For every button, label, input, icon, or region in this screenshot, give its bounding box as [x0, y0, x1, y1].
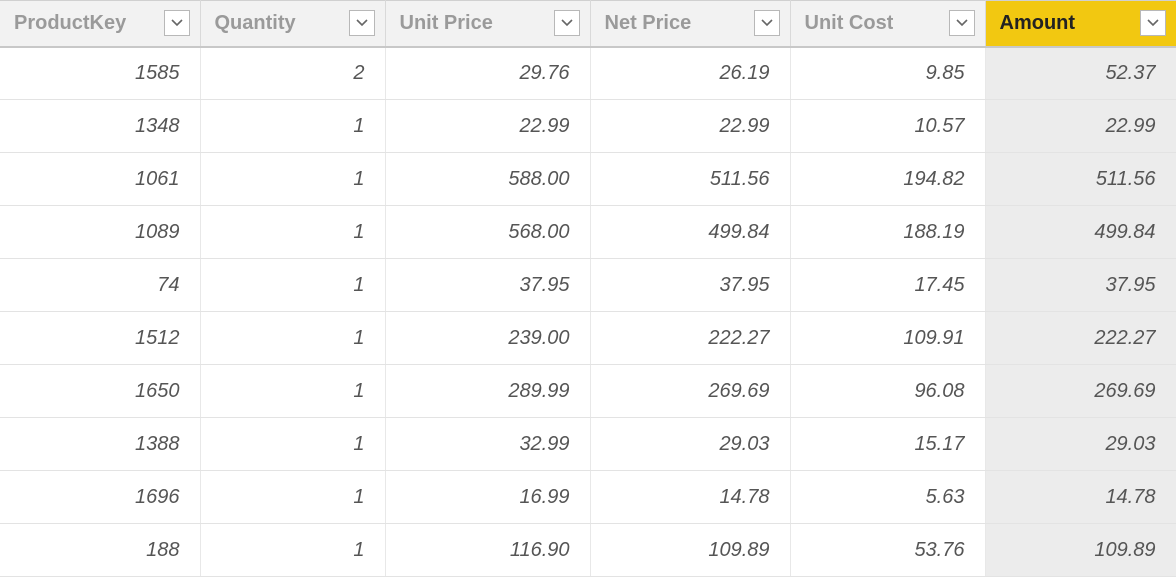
column-header-label: Unit Cost: [805, 12, 894, 35]
table-cell[interactable]: 14.78: [985, 471, 1176, 524]
table-row[interactable]: 1696116.9914.785.6314.78: [0, 471, 1176, 524]
column-filter-button[interactable]: [949, 10, 975, 36]
column-header-label: Quantity: [215, 12, 296, 35]
table-cell[interactable]: 188: [0, 524, 200, 577]
column-filter-button[interactable]: [349, 10, 375, 36]
table-cell[interactable]: 1348: [0, 100, 200, 153]
table-cell[interactable]: 1512: [0, 312, 200, 365]
chevron-down-icon: [356, 19, 368, 27]
column-filter-button[interactable]: [554, 10, 580, 36]
table-cell[interactable]: 1: [200, 312, 385, 365]
table-cell[interactable]: 194.82: [790, 153, 985, 206]
table-cell[interactable]: 53.76: [790, 524, 985, 577]
table-cell[interactable]: 74: [0, 259, 200, 312]
chevron-down-icon: [171, 19, 183, 27]
column-header-label: Unit Price: [400, 12, 493, 35]
table-cell[interactable]: 22.99: [985, 100, 1176, 153]
table-cell[interactable]: 22.99: [385, 100, 590, 153]
table-cell[interactable]: 5.63: [790, 471, 985, 524]
column-header-label: Amount: [1000, 12, 1076, 35]
table-cell[interactable]: 29.03: [985, 418, 1176, 471]
table-cell[interactable]: 37.95: [985, 259, 1176, 312]
table-cell[interactable]: 499.84: [590, 206, 790, 259]
table-cell[interactable]: 16.99: [385, 471, 590, 524]
table-row[interactable]: 74137.9537.9517.4537.95: [0, 259, 1176, 312]
table-cell[interactable]: 37.95: [385, 259, 590, 312]
table-cell[interactable]: 37.95: [590, 259, 790, 312]
data-table: ProductKey Quantity Unit Price Net Price Uni…: [0, 0, 1176, 577]
table-row[interactable]: 1585229.7626.199.8552.37: [0, 47, 1176, 100]
column-filter-button[interactable]: [1140, 10, 1166, 36]
table-cell[interactable]: 29.76: [385, 47, 590, 100]
column-header-label: ProductKey: [14, 12, 126, 35]
table-cell[interactable]: 10.57: [790, 100, 985, 153]
table-cell[interactable]: 269.69: [590, 365, 790, 418]
table-cell[interactable]: 1585: [0, 47, 200, 100]
chevron-down-icon: [1147, 19, 1159, 27]
column-filter-button[interactable]: [754, 10, 780, 36]
chevron-down-icon: [761, 19, 773, 27]
table-cell[interactable]: 511.56: [985, 153, 1176, 206]
table-cell[interactable]: 1: [200, 206, 385, 259]
table-cell[interactable]: 1089: [0, 206, 200, 259]
column-header-label: Net Price: [605, 12, 692, 35]
table-cell[interactable]: 511.56: [590, 153, 790, 206]
table-cell[interactable]: 32.99: [385, 418, 590, 471]
table-cell[interactable]: 588.00: [385, 153, 590, 206]
table-cell[interactable]: 1388: [0, 418, 200, 471]
table-cell[interactable]: 1061: [0, 153, 200, 206]
table-cell[interactable]: 289.99: [385, 365, 590, 418]
table-row[interactable]: 1388132.9929.0315.1729.03: [0, 418, 1176, 471]
table-cell[interactable]: 116.90: [385, 524, 590, 577]
table-row[interactable]: 10611588.00511.56194.82511.56: [0, 153, 1176, 206]
column-filter-button[interactable]: [164, 10, 190, 36]
column-header[interactable]: ProductKey: [0, 1, 200, 47]
table-cell[interactable]: 9.85: [790, 47, 985, 100]
table-cell[interactable]: 17.45: [790, 259, 985, 312]
table-cell[interactable]: 499.84: [985, 206, 1176, 259]
table-row[interactable]: 1881116.90109.8953.76109.89: [0, 524, 1176, 577]
chevron-down-icon: [561, 19, 573, 27]
table-cell[interactable]: 239.00: [385, 312, 590, 365]
table-cell[interactable]: 2: [200, 47, 385, 100]
table-cell[interactable]: 109.89: [985, 524, 1176, 577]
table-cell[interactable]: 14.78: [590, 471, 790, 524]
column-header[interactable]: Unit Price: [385, 1, 590, 47]
table-row[interactable]: 1348122.9922.9910.5722.99: [0, 100, 1176, 153]
table-cell[interactable]: 568.00: [385, 206, 590, 259]
table-cell[interactable]: 188.19: [790, 206, 985, 259]
table-cell[interactable]: 1: [200, 471, 385, 524]
column-header[interactable]: Quantity: [200, 1, 385, 47]
table-cell[interactable]: 1: [200, 524, 385, 577]
table-cell[interactable]: 1: [200, 100, 385, 153]
column-header[interactable]: Unit Cost: [790, 1, 985, 47]
table-cell[interactable]: 1696: [0, 471, 200, 524]
column-header[interactable]: Amount: [985, 1, 1176, 47]
table-cell[interactable]: 1650: [0, 365, 200, 418]
table-cell[interactable]: 26.19: [590, 47, 790, 100]
table-cell[interactable]: 15.17: [790, 418, 985, 471]
table-cell[interactable]: 109.89: [590, 524, 790, 577]
table-cell[interactable]: 1: [200, 418, 385, 471]
table-cell[interactable]: 22.99: [590, 100, 790, 153]
table-row[interactable]: 16501289.99269.6996.08269.69: [0, 365, 1176, 418]
table-cell[interactable]: 1: [200, 365, 385, 418]
table-cell[interactable]: 96.08: [790, 365, 985, 418]
table-row[interactable]: 10891568.00499.84188.19499.84: [0, 206, 1176, 259]
table-cell[interactable]: 222.27: [590, 312, 790, 365]
chevron-down-icon: [956, 19, 968, 27]
column-header[interactable]: Net Price: [590, 1, 790, 47]
table-row[interactable]: 15121239.00222.27109.91222.27: [0, 312, 1176, 365]
table-cell[interactable]: 269.69: [985, 365, 1176, 418]
table-cell[interactable]: 222.27: [985, 312, 1176, 365]
table-cell[interactable]: 29.03: [590, 418, 790, 471]
table-cell[interactable]: 1: [200, 259, 385, 312]
table-header-row: ProductKey Quantity Unit Price Net Price Uni…: [0, 1, 1176, 47]
table-cell[interactable]: 1: [200, 153, 385, 206]
table-cell[interactable]: 52.37: [985, 47, 1176, 100]
table-cell[interactable]: 109.91: [790, 312, 985, 365]
